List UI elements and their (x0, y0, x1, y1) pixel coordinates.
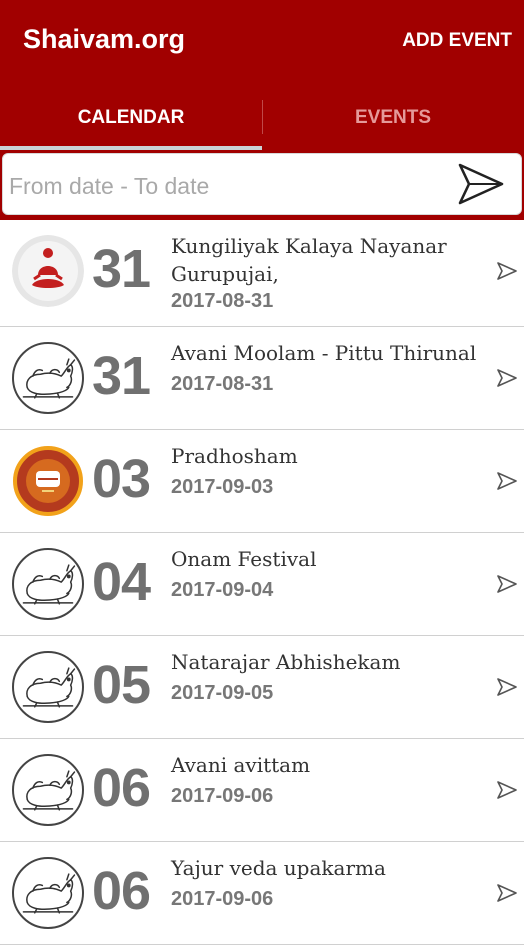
event-title: Avani Moolam - Pittu Thirunal (171, 341, 477, 365)
tab-events[interactable]: EVENTS (262, 96, 524, 146)
event-row[interactable]: 06 Avani avittam 2017-09-06 (0, 739, 524, 842)
event-title: Pradhosham (171, 444, 298, 468)
event-day: 31 (92, 346, 151, 406)
event-row[interactable]: 06 Yajur veda upakarma 2017-09-06 (0, 842, 524, 945)
event-day: 03 (92, 449, 151, 509)
event-row[interactable]: 31 Avani Moolam - Pittu Thirunal 2017-08… (0, 327, 524, 430)
event-day: 06 (92, 861, 151, 921)
event-list: 31 Kungiliyak Kalaya Nayanar Gurupujai, … (0, 220, 524, 945)
chevron-right-icon[interactable] (496, 260, 518, 282)
nandi-icon (12, 857, 84, 929)
date-range-bar: From date - To date (0, 150, 524, 220)
chevron-right-icon[interactable] (496, 676, 518, 698)
event-day: 06 (92, 758, 151, 818)
event-day: 05 (92, 655, 151, 715)
chevron-right-icon[interactable] (496, 367, 518, 389)
event-date: 2017-09-03 (171, 476, 274, 498)
chevron-right-icon[interactable] (496, 779, 518, 801)
event-title: Avani avittam (171, 753, 311, 777)
event-title: Onam Festival (171, 547, 317, 571)
send-icon[interactable] (457, 162, 505, 206)
event-title: Natarajar Abhishekam (171, 650, 401, 674)
event-date: 2017-09-05 (171, 682, 274, 704)
nandi-icon (12, 342, 84, 414)
date-range-input[interactable]: From date - To date (2, 153, 522, 215)
add-event-button[interactable]: ADD EVENT (402, 30, 512, 52)
app-title: Shaivam.org (23, 24, 186, 54)
event-date: 2017-09-06 (171, 785, 274, 807)
meditating-figure-icon (12, 235, 84, 307)
app-bar: Shaivam.org ADD EVENT CALENDAR EVENTS (0, 0, 524, 150)
nandi-icon (12, 651, 84, 723)
pradhosham-emblem-icon (12, 445, 84, 517)
event-title: Kungiliyak Kalaya Nayanar Gurupujai, (171, 234, 447, 286)
nandi-icon (12, 548, 84, 620)
event-title: Yajur veda upakarma (171, 856, 386, 880)
chevron-right-icon[interactable] (496, 882, 518, 904)
chevron-right-icon[interactable] (496, 470, 518, 492)
event-row[interactable]: 31 Kungiliyak Kalaya Nayanar Gurupujai, … (0, 220, 524, 327)
event-date: 2017-08-31 (171, 290, 274, 312)
event-row[interactable]: 03 Pradhosham 2017-09-03 (0, 430, 524, 533)
event-date: 2017-08-31 (171, 373, 274, 395)
date-range-placeholder: From date - To date (9, 173, 210, 199)
event-row[interactable]: 05 Natarajar Abhishekam 2017-09-05 (0, 636, 524, 739)
event-row[interactable]: 04 Onam Festival 2017-09-04 (0, 533, 524, 636)
event-day: 31 (92, 239, 151, 299)
chevron-right-icon[interactable] (496, 573, 518, 595)
event-day: 04 (92, 552, 151, 612)
event-date: 2017-09-04 (171, 579, 274, 601)
nandi-icon (12, 754, 84, 826)
tab-calendar[interactable]: CALENDAR (0, 96, 262, 146)
